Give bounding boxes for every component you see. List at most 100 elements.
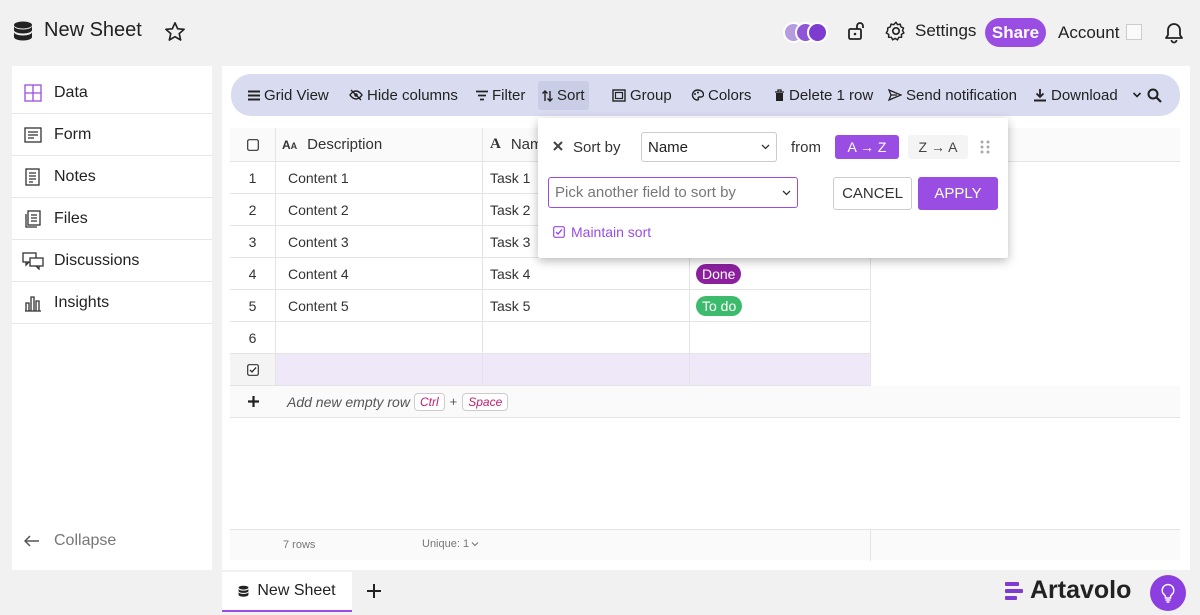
delete-row-label: Delete 1 row: [789, 86, 874, 104]
table-row-selected[interactable]: [230, 354, 871, 386]
column-header-label: Description: [307, 136, 383, 153]
checkbox-checked-icon: [553, 226, 565, 238]
kbd-plus: +: [449, 394, 458, 409]
download-button[interactable]: Download: [1033, 74, 1142, 116]
table-row[interactable]: 5 Content 5 Task 5 To do: [230, 290, 871, 322]
grid-view-button[interactable]: Grid View: [248, 74, 329, 116]
sort-button[interactable]: Sort: [538, 81, 589, 110]
bell-icon[interactable]: [1164, 22, 1184, 44]
cell-status[interactable]: To do: [690, 290, 871, 321]
cell-description[interactable]: [276, 354, 483, 385]
add-row-bar[interactable]: Add new empty row Ctrl + Space: [230, 386, 1180, 418]
logo-icon: [1004, 580, 1026, 602]
row-number: 6: [230, 322, 276, 353]
cell-description[interactable]: Content 3: [276, 226, 483, 257]
palette-icon: [691, 89, 704, 101]
sidebar-item-label: Discussions: [54, 251, 140, 269]
account-button[interactable]: Account: [1058, 23, 1119, 43]
chevron-down-icon: [471, 541, 479, 547]
hide-columns-button[interactable]: Hide columns: [349, 74, 458, 116]
sheet-title[interactable]: New Sheet: [44, 19, 142, 42]
apply-button[interactable]: APPLY: [918, 177, 998, 210]
account-avatar[interactable]: [1126, 24, 1142, 40]
sidebar-item-data[interactable]: Data: [12, 72, 212, 114]
cell-description[interactable]: Content 5: [276, 290, 483, 321]
sidebar-item-form[interactable]: Form: [12, 114, 212, 156]
star-icon[interactable]: [164, 21, 186, 42]
cell-status[interactable]: Done: [690, 258, 871, 289]
cell-name[interactable]: [483, 322, 690, 353]
tab-label: New Sheet: [257, 582, 336, 599]
collaborator-avatars[interactable]: [783, 22, 829, 43]
sidebar-item-label: Data: [54, 83, 88, 101]
sidebar-item-label: Form: [54, 125, 92, 143]
table-row[interactable]: 4 Content 4 Task 4 Done: [230, 258, 871, 290]
cell-name[interactable]: Task 4: [483, 258, 690, 289]
collapse-button[interactable]: Collapse: [24, 532, 116, 550]
sidebar-item-notes[interactable]: Notes: [12, 156, 212, 198]
delete-row-button[interactable]: Delete 1 row: [774, 74, 873, 116]
chevron-down-icon: [782, 190, 791, 196]
sort-field-value: Name: [648, 138, 689, 156]
filter-button[interactable]: Filter: [476, 74, 525, 116]
grid-icon: [12, 83, 54, 102]
files-icon: [12, 209, 54, 228]
sort-icon: [542, 89, 553, 102]
footer-divider: [870, 530, 871, 561]
lightbulb-button[interactable]: [1150, 575, 1186, 611]
lightbulb-icon: [1160, 583, 1176, 603]
search-icon[interactable]: [1147, 74, 1162, 116]
database-icon: [238, 585, 249, 598]
sidebar-item-label: Notes: [54, 167, 96, 185]
chevron-down-icon: [761, 144, 770, 150]
chevron-down-icon[interactable]: [1132, 91, 1142, 99]
arrow-left-icon: [24, 535, 40, 547]
remove-sort-icon[interactable]: [553, 141, 563, 151]
sidebar-item-discussions[interactable]: Discussions: [12, 240, 212, 282]
tab-new-sheet[interactable]: New Sheet: [222, 572, 352, 612]
group-icon: [612, 88, 626, 102]
column-header-description[interactable]: AA Description: [276, 128, 483, 161]
unlock-icon[interactable]: [847, 21, 865, 41]
filter-label: Filter: [492, 86, 526, 104]
cell-name[interactable]: Task 5: [483, 290, 690, 321]
cancel-button[interactable]: CANCEL: [833, 177, 912, 210]
table-row[interactable]: 6: [230, 322, 871, 354]
sort-desc-button[interactable]: Z → A: [908, 135, 968, 159]
send-notification-button[interactable]: Send notification: [888, 74, 1017, 116]
row-number: 4: [230, 258, 276, 289]
brand-logo: Artavolo: [1004, 576, 1131, 605]
pick-field-select[interactable]: Pick another field to sort by: [548, 177, 798, 208]
sort-by-label: Sort by: [573, 139, 621, 156]
cell-status[interactable]: [690, 322, 871, 353]
cell-description[interactable]: Content 2: [276, 194, 483, 225]
rows-count: 7 rows: [283, 539, 316, 551]
pick-field-placeholder: Pick another field to sort by: [555, 184, 736, 201]
share-button[interactable]: Share: [985, 18, 1046, 47]
unique-summary[interactable]: Unique: 1: [422, 538, 479, 550]
maintain-sort-checkbox[interactable]: Maintain sort: [553, 224, 651, 240]
cell-description[interactable]: Content 1: [276, 162, 483, 193]
add-row-label: Add new empty row: [287, 393, 410, 410]
drag-handle-icon[interactable]: [980, 140, 990, 154]
sort-asc-button[interactable]: A → Z: [835, 135, 899, 159]
group-button[interactable]: Group: [612, 74, 672, 116]
sort-field-select[interactable]: Name: [641, 132, 777, 162]
cell-description[interactable]: [276, 322, 483, 353]
colors-label: Colors: [708, 86, 752, 104]
plus-icon: [230, 396, 276, 407]
cell-name[interactable]: [483, 354, 690, 385]
sidebar-item-files[interactable]: Files: [12, 198, 212, 240]
settings-button[interactable]: Settings: [885, 20, 976, 42]
colors-button[interactable]: Colors: [691, 74, 751, 116]
add-sheet-button[interactable]: [366, 583, 382, 599]
select-all-checkbox[interactable]: [230, 128, 276, 161]
row-number: 3: [230, 226, 276, 257]
row-checkbox-checked[interactable]: [230, 354, 276, 385]
cell-description[interactable]: Content 4: [276, 258, 483, 289]
group-label: Group: [630, 86, 672, 104]
notes-icon: [12, 167, 54, 186]
gear-icon: [885, 20, 907, 42]
sidebar-item-insights[interactable]: Insights: [12, 282, 212, 324]
cell-status[interactable]: [690, 354, 871, 385]
